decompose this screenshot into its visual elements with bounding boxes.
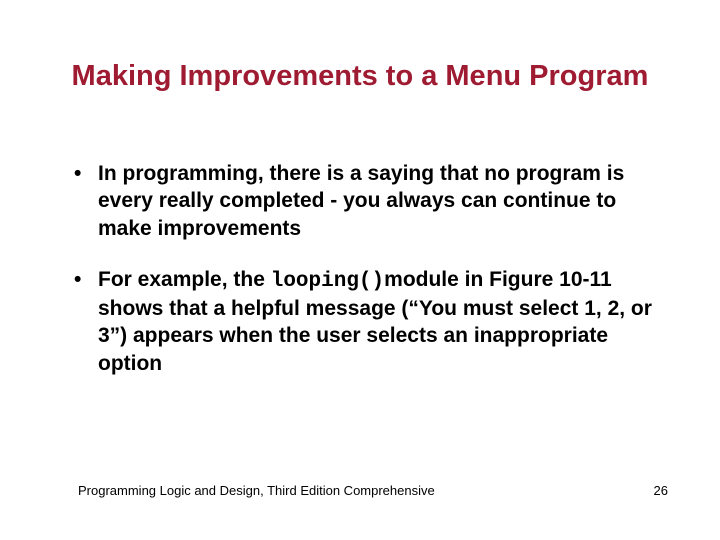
bullet-list: In programming, there is a saying that n… <box>70 160 660 377</box>
footer-text: Programming Logic and Design, Third Edit… <box>78 483 435 498</box>
slide-title: Making Improvements to a Menu Program <box>0 58 720 94</box>
slide: Making Improvements to a Menu Program In… <box>0 0 720 540</box>
slide-body: In programming, there is a saying that n… <box>70 160 660 401</box>
bullet-text-pre: For example, the <box>98 268 271 291</box>
bullet-item: In programming, there is a saying that n… <box>70 160 660 242</box>
bullet-text: In programming, there is a saying that n… <box>98 162 624 240</box>
page-number: 26 <box>654 483 668 498</box>
bullet-item: For example, the looping()module in Figu… <box>70 266 660 377</box>
code-text: looping() <box>271 270 384 293</box>
